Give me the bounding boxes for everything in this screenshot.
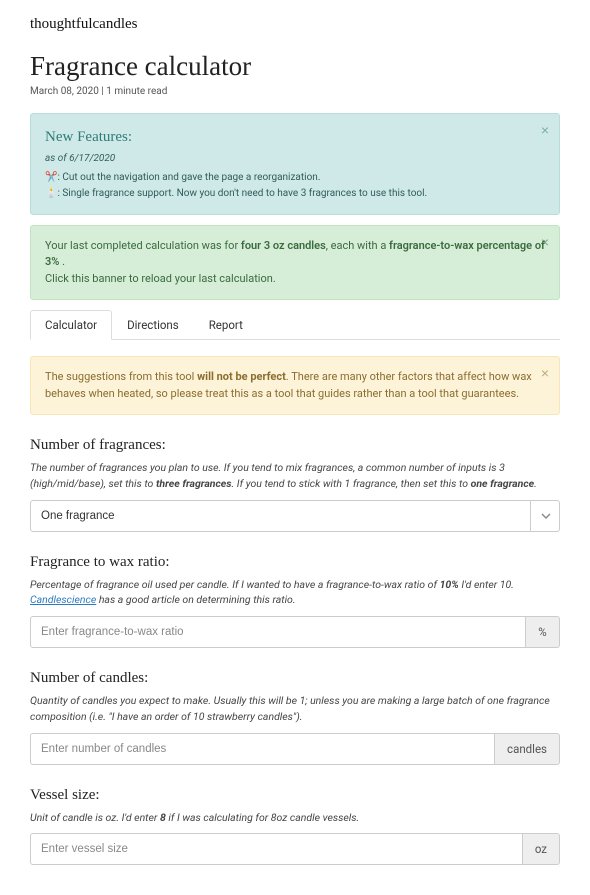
candlescience-link[interactable]: Candlescience bbox=[30, 593, 96, 606]
field-label: Number of fragrances: bbox=[30, 437, 560, 454]
fragrance-count-select[interactable] bbox=[30, 500, 560, 532]
feature-text: Cut out the navigation and gave the page… bbox=[62, 172, 320, 183]
vessel-size-section: Vessel size: Unit of candle is oz. I'd e… bbox=[30, 787, 560, 866]
fragrance-ratio-input[interactable] bbox=[30, 616, 526, 648]
close-icon[interactable]: × bbox=[541, 365, 549, 381]
tab-directions[interactable]: Directions bbox=[112, 310, 194, 340]
accuracy-warning-banner: × The suggestions from this tool will no… bbox=[30, 356, 560, 415]
as-of-date: as of 6/17/2020 bbox=[45, 151, 545, 166]
text: Your last completed calculation was for bbox=[45, 239, 241, 252]
number-of-candles-input[interactable] bbox=[30, 733, 495, 765]
candle-icon: 🕯️: bbox=[45, 188, 62, 199]
text: The suggestions from this tool bbox=[45, 370, 197, 383]
last-calculation-banner[interactable]: × Your last completed calculation was fo… bbox=[30, 225, 560, 301]
scissors-icon: ✂️: bbox=[45, 172, 62, 183]
site-brand[interactable]: thoughtfulcandles bbox=[30, 16, 560, 33]
page-title: Fragrance calculator bbox=[30, 51, 560, 82]
field-label: Number of candles: bbox=[30, 670, 560, 687]
percent-addon: % bbox=[526, 616, 560, 648]
field-help: Unit of candle is oz. I'd enter 8 if I w… bbox=[30, 810, 560, 826]
tab-bar: Calculator Directions Report bbox=[30, 310, 560, 340]
number-of-candles-section: Number of candles: Quantity of candles y… bbox=[30, 670, 560, 765]
tab-report[interactable]: Report bbox=[194, 310, 258, 340]
close-icon[interactable]: × bbox=[541, 234, 549, 250]
new-features-banner: × New Features: as of 6/17/2020 ✂️: Cut … bbox=[30, 113, 560, 215]
new-features-heading: New Features: bbox=[45, 126, 545, 149]
field-label: Fragrance to wax ratio: bbox=[30, 554, 560, 571]
field-help: The number of fragrances you plan to use… bbox=[30, 460, 560, 492]
text-bold: will not be perfect bbox=[197, 370, 286, 383]
field-help: Percentage of fragrance oil used per can… bbox=[30, 577, 560, 609]
feature-item: ✂️: Cut out the navigation and gave the … bbox=[45, 170, 545, 185]
close-icon[interactable]: × bbox=[541, 122, 549, 138]
oz-addon: oz bbox=[523, 833, 560, 865]
reload-hint: Click this banner to reload your last ca… bbox=[45, 271, 545, 288]
number-of-fragrances-section: Number of fragrances: The number of frag… bbox=[30, 437, 560, 532]
field-label: Vessel size: bbox=[30, 787, 560, 804]
feature-item: 🕯️: Single fragrance support. Now you do… bbox=[45, 186, 545, 201]
fragrance-ratio-section: Fragrance to wax ratio: Percentage of fr… bbox=[30, 554, 560, 649]
field-help: Quantity of candles you expect to make. … bbox=[30, 693, 560, 725]
fragrance-count-value[interactable] bbox=[30, 500, 560, 532]
feature-text: Single fragrance support. Now you don't … bbox=[62, 188, 427, 199]
tab-calculator[interactable]: Calculator bbox=[30, 310, 112, 340]
text: , each with a bbox=[326, 239, 389, 252]
candles-addon: candles bbox=[495, 733, 560, 765]
text-bold: four 3 oz candles bbox=[241, 239, 326, 252]
post-meta: March 08, 2020 | 1 minute read bbox=[30, 86, 560, 97]
vessel-size-input[interactable] bbox=[30, 833, 523, 865]
text: . bbox=[59, 255, 65, 268]
